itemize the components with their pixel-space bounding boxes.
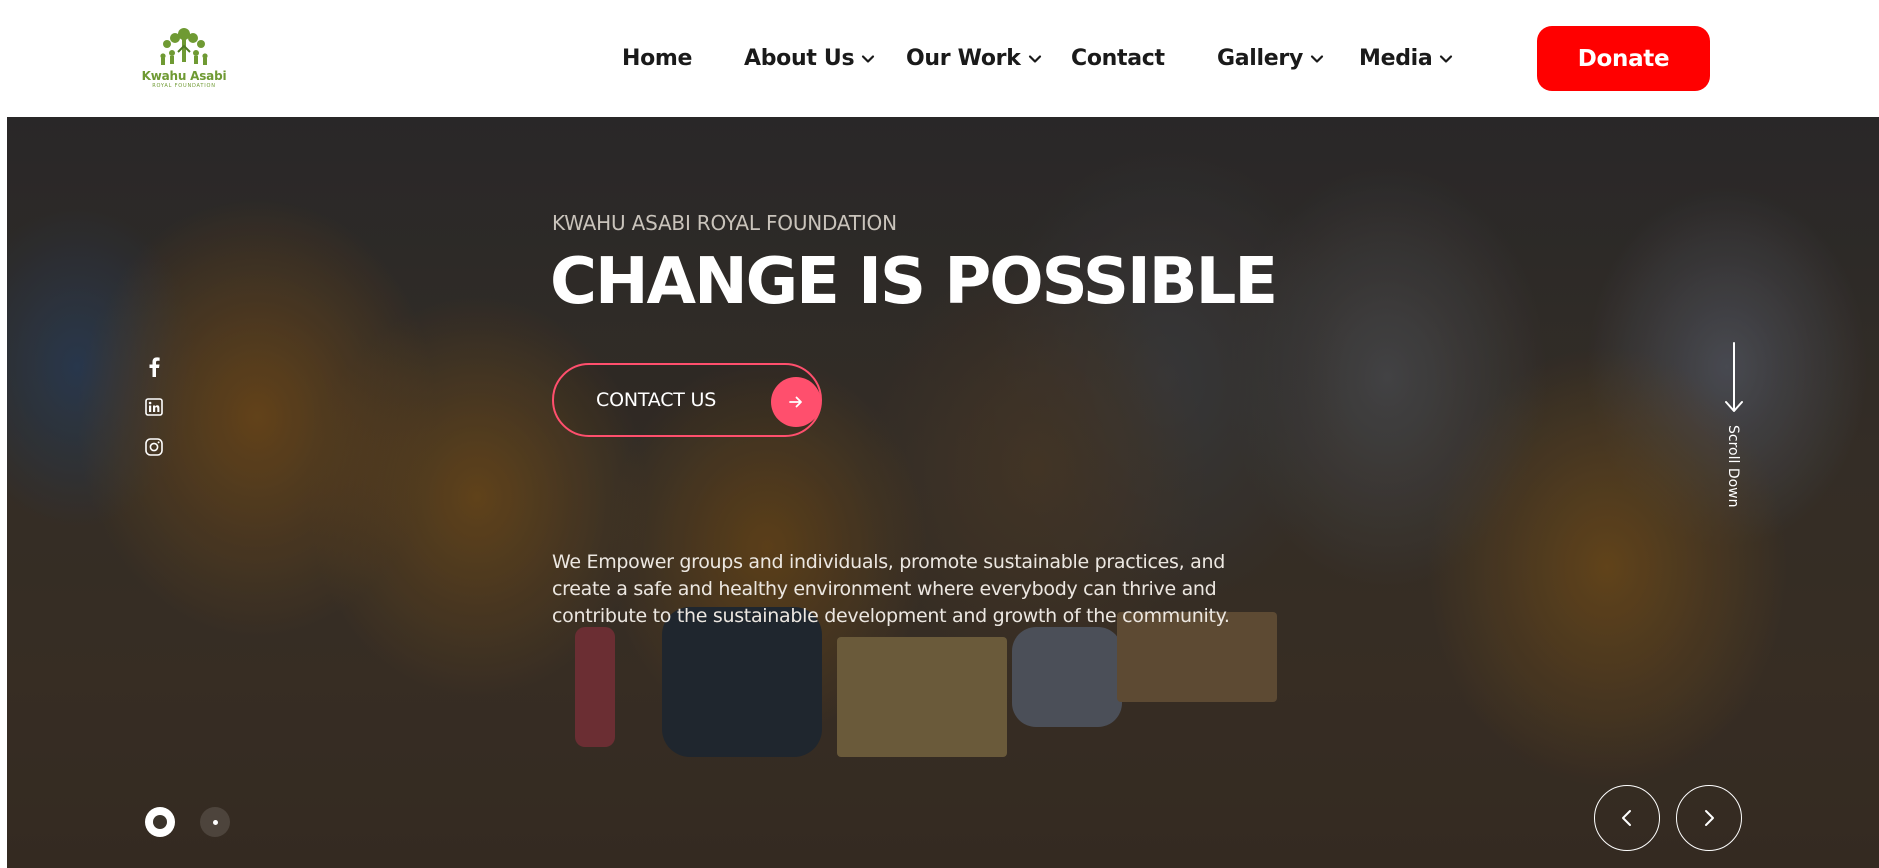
nav-our-work-label: Our Work	[906, 45, 1021, 71]
nav-contact-label: Contact	[1071, 45, 1165, 71]
hero-description: We Empower groups and individuals, promo…	[552, 549, 1312, 630]
chevron-right-icon	[1705, 810, 1714, 826]
chevron-down-icon	[1438, 51, 1454, 67]
hero-banner: KWAHU ASABI ROYAL FOUNDATION CHANGE IS P…	[7, 117, 1879, 868]
chevron-down-icon	[1309, 51, 1325, 67]
linkedin-icon[interactable]	[144, 397, 164, 417]
hero-headline: CHANGE IS POSSIBLE	[550, 245, 1278, 319]
tree-logo-icon	[160, 28, 208, 65]
nav-home-label: Home	[622, 45, 693, 71]
next-slide-button[interactable]	[1676, 785, 1742, 851]
facebook-icon[interactable]	[144, 357, 164, 377]
nav-media[interactable]: Media	[1359, 42, 1454, 74]
nav-about-us-label: About Us	[744, 45, 855, 71]
logo-tagline: ROYAL FOUNDATION	[152, 83, 216, 89]
site-logo[interactable]: Kwahu Asabi ROYAL FOUNDATION	[141, 26, 227, 90]
cardboard-box-shape	[837, 637, 1007, 757]
nav-gallery-label: Gallery	[1217, 45, 1303, 71]
donate-button[interactable]: Donate	[1537, 26, 1710, 91]
site-header: Kwahu Asabi ROYAL FOUNDATION Home About …	[0, 0, 1879, 117]
tote-bag-shape	[1012, 627, 1122, 727]
logo-title: Kwahu Asabi	[141, 69, 227, 83]
description-line: create a safe and healthy environment wh…	[552, 578, 1217, 600]
chevron-down-icon	[860, 51, 876, 67]
nav-about-us[interactable]: About Us	[744, 42, 876, 74]
description-line: We Empower groups and individuals, promo…	[552, 551, 1225, 573]
nav-home[interactable]: Home	[622, 42, 692, 74]
arrow-down-icon	[1725, 342, 1743, 412]
nav-contact[interactable]: Contact	[1071, 42, 1165, 74]
hero-eyebrow: KWAHU ASABI ROYAL FOUNDATION	[552, 211, 897, 235]
contact-us-button[interactable]: CONTACT US	[552, 363, 822, 437]
slide-dot[interactable]	[200, 807, 230, 837]
previous-slide-button[interactable]	[1594, 785, 1660, 851]
slide-dot-active[interactable]	[145, 807, 175, 837]
nav-our-work[interactable]: Our Work	[906, 42, 1043, 74]
bottle-shape	[575, 627, 615, 747]
chevron-down-icon	[1027, 51, 1043, 67]
arrow-right-icon	[771, 377, 821, 427]
nav-gallery[interactable]: Gallery	[1217, 42, 1325, 74]
contact-us-label: CONTACT US	[596, 389, 717, 411]
instagram-icon[interactable]	[144, 437, 164, 457]
description-line: contribute to the sustainable developmen…	[552, 605, 1230, 627]
chevron-left-icon	[1622, 810, 1631, 826]
scroll-down-label: Scroll Down	[1725, 425, 1741, 508]
nav-media-label: Media	[1359, 45, 1433, 71]
